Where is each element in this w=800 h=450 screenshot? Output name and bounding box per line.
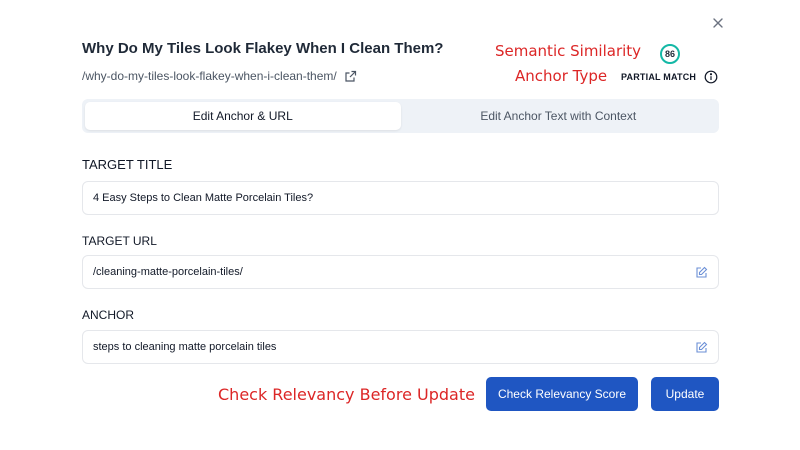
target-url-input[interactable]: /cleaning-matte-porcelain-tiles/ — [82, 255, 719, 289]
anchor-type-annotation: Anchor Type — [515, 67, 608, 85]
source-url[interactable]: /why-do-my-tiles-look-flakey-when-i-clea… — [82, 69, 337, 83]
info-icon[interactable] — [704, 70, 718, 84]
page-title: Why Do My Tiles Look Flakey When I Clean… — [82, 40, 444, 57]
anchor-input[interactable]: steps to cleaning matte porcelain tiles — [82, 330, 719, 364]
close-icon[interactable] — [709, 14, 727, 32]
edit-link-modal: Why Do My Tiles Look Flakey When I Clean… — [0, 0, 800, 450]
anchor-value: steps to cleaning matte porcelain tiles — [93, 341, 277, 353]
target-url-value: /cleaning-matte-porcelain-tiles/ — [93, 266, 243, 278]
target-title-value: 4 Easy Steps to Clean Matte Porcelain Ti… — [93, 192, 314, 204]
edit-mode-tabs: Edit Anchor & URL Edit Anchor Text with … — [82, 99, 719, 133]
check-relevancy-annotation: Check Relevancy Before Update — [218, 385, 475, 404]
tab-edit-anchor-context[interactable]: Edit Anchor Text with Context — [401, 102, 717, 130]
update-button[interactable]: Update — [651, 377, 719, 411]
source-url-row: /why-do-my-tiles-look-flakey-when-i-clea… — [82, 69, 357, 83]
anchor-type-value: PARTIAL MATCH — [621, 72, 697, 82]
semantic-similarity-annotation: Semantic Similarity — [495, 42, 642, 60]
anchor-label: ANCHOR — [82, 308, 135, 322]
edit-url-icon[interactable] — [695, 266, 708, 279]
external-link-icon[interactable] — [344, 70, 357, 83]
similarity-score-badge: 86 — [660, 44, 680, 64]
tab-edit-anchor-url[interactable]: Edit Anchor & URL — [85, 102, 401, 130]
target-title-label: TARGET TITLE — [82, 157, 173, 172]
edit-anchor-icon[interactable] — [695, 341, 708, 354]
target-url-label: TARGET URL — [82, 234, 157, 248]
check-relevancy-button[interactable]: Check Relevancy Score — [486, 377, 638, 411]
target-title-input[interactable]: 4 Easy Steps to Clean Matte Porcelain Ti… — [82, 181, 719, 215]
